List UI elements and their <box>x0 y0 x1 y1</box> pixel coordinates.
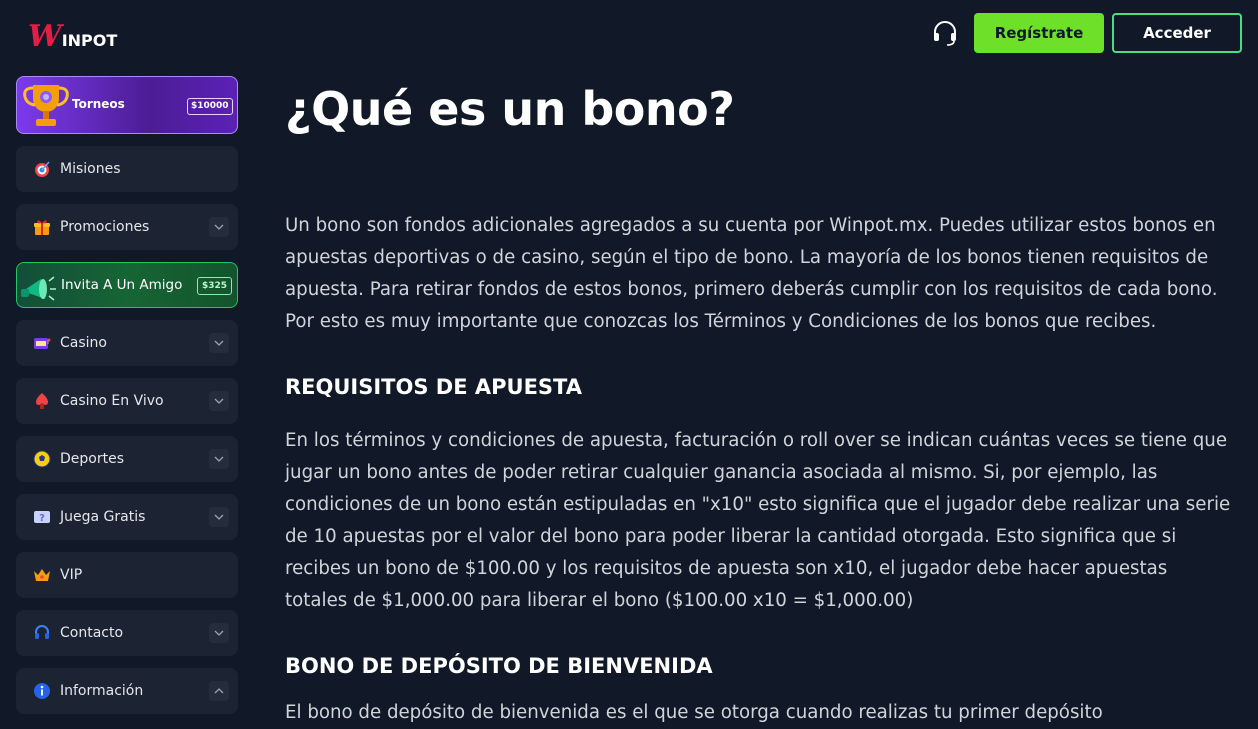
sidebar-item-promociones[interactable]: Promociones <box>16 204 238 250</box>
winpot-logo[interactable]: W INPOT <box>28 16 117 52</box>
sidebar-item-contacto[interactable]: Contacto <box>16 610 238 656</box>
sidebar-item-casino-en-vivo[interactable]: Casino En Vivo <box>16 378 238 424</box>
trophy-icon <box>23 85 69 126</box>
chevron-down-icon[interactable] <box>209 507 229 527</box>
section-heading-bienvenida: BONO DE DEPÓSITO DE BIENVENIDA <box>285 654 713 678</box>
logo-letter-w: W <box>28 19 62 54</box>
sidebar-item-vip[interactable]: VIP <box>16 552 238 598</box>
sidebar-item-label: Información <box>60 683 144 699</box>
requisitos-paragraph: En los términos y condiciones de apuesta… <box>285 430 1231 611</box>
intro-paragraph: Un bono son fondos adicionales agregados… <box>285 215 1218 332</box>
soccer-ball-icon <box>32 449 52 469</box>
sidebar-item-torneos[interactable]: Torneos $10000 <box>16 76 238 134</box>
chevron-down-icon[interactable] <box>209 217 229 237</box>
chevron-down-icon[interactable] <box>209 391 229 411</box>
chevron-down-icon[interactable] <box>209 449 229 469</box>
logo-text: INPOT <box>61 31 118 50</box>
page-title: ¿Qué es un bono? <box>285 82 735 136</box>
sidebar-item-label: Promociones <box>60 219 150 235</box>
torneos-label: Torneos <box>72 97 125 111</box>
megaphone-icon <box>21 276 56 301</box>
slot-machine-icon <box>32 333 52 353</box>
sidebar-item-label: Misiones <box>60 161 121 177</box>
poker-chip-icon <box>32 391 52 411</box>
sidebar-item-deportes[interactable]: Deportes <box>16 436 238 482</box>
bienvenida-paragraph: El bono de depósito de bienvenida es el … <box>285 702 1103 723</box>
invita-badge: $325 <box>197 277 233 295</box>
chevron-down-icon[interactable] <box>209 333 229 353</box>
chevron-down-icon[interactable] <box>209 623 229 643</box>
invita-label: Invita A Un Amigo <box>61 277 183 293</box>
torneos-badge: $10000 <box>187 98 233 115</box>
top-header: W INPOT Regístrate Acceder <box>0 0 1258 68</box>
sidebar-item-label: Contacto <box>60 625 124 641</box>
sidebar-item-label: Deportes <box>60 451 124 467</box>
headset-icon <box>32 623 52 643</box>
sidebar-item-informacion[interactable]: Información <box>16 668 238 714</box>
section-heading-requisitos: REQUISITOS DE APUESTA <box>285 375 582 399</box>
target-icon <box>32 159 52 179</box>
sidebar-item-juega-gratis[interactable]: ? Juega Gratis <box>16 494 238 540</box>
crown-icon <box>32 565 52 585</box>
gift-icon <box>32 217 52 237</box>
sidebar-item-invita-amigo[interactable]: Invita A Un Amigo $325 <box>16 262 238 308</box>
chevron-up-icon[interactable] <box>209 681 229 701</box>
register-button[interactable]: Regístrate <box>974 13 1104 53</box>
support-headset-icon[interactable] <box>930 18 960 48</box>
sidebar-item-misiones[interactable]: Misiones <box>16 146 238 192</box>
sidebar-item-label: Juega Gratis <box>60 509 146 525</box>
question-card-icon: ? <box>32 507 52 527</box>
info-icon <box>32 681 52 701</box>
sidebar-item-label: Casino En Vivo <box>60 393 164 409</box>
sidebar-item-label: VIP <box>60 567 83 583</box>
svg-text:?: ? <box>39 513 45 524</box>
login-button[interactable]: Acceder <box>1112 13 1242 53</box>
sidebar-item-casino[interactable]: Casino <box>16 320 238 366</box>
sidebar-item-label: Casino <box>60 335 107 351</box>
